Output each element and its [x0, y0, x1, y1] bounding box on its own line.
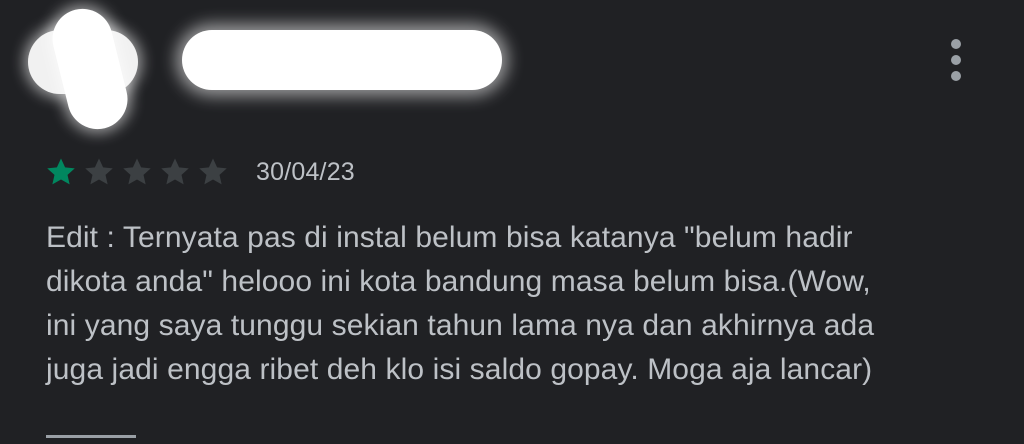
divider: [46, 435, 136, 438]
star-empty-icon: [158, 155, 192, 189]
review-text-line: Edit : Ternyata pas di instal belum bisa…: [46, 221, 853, 254]
review-text: Edit : Ternyata pas di instal belum bisa…: [46, 216, 986, 392]
review-date: 30/04/23: [256, 157, 355, 186]
more-vert-icon: [951, 71, 961, 81]
star-filled-icon: [44, 155, 78, 189]
reviewer-avatar-redacted: [24, 2, 144, 136]
reviewer-name-redacted: [182, 30, 502, 90]
star-empty-icon: [82, 155, 116, 189]
review-text-line: ini yang saya tunggu sekian tahun lama n…: [46, 309, 875, 342]
more-vert-icon: [951, 39, 961, 49]
redaction-mark: [46, 2, 134, 136]
review-text-line: juga jadi engga ribet deh klo isi saldo …: [46, 353, 873, 386]
more-options-button[interactable]: [936, 34, 976, 86]
star-rating: [44, 155, 234, 189]
review-text-line: dikota anda" helooo ini kota bandung mas…: [46, 265, 871, 298]
star-empty-icon: [196, 155, 230, 189]
rating-row: 30/04/23: [44, 154, 355, 190]
review-card: 30/04/23 Edit : Ternyata pas di instal b…: [0, 0, 1024, 444]
more-vert-icon: [951, 55, 961, 65]
star-empty-icon: [120, 155, 154, 189]
